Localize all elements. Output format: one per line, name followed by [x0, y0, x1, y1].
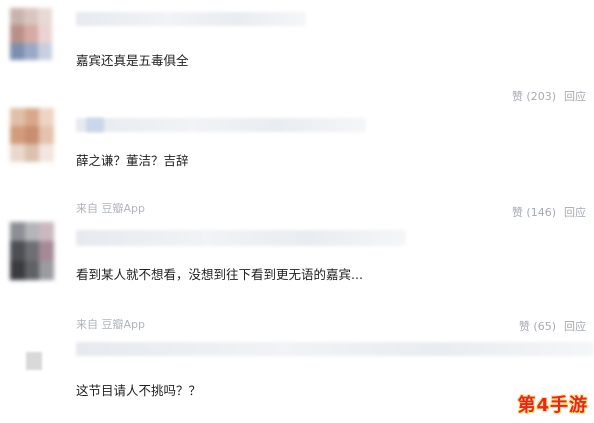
comment-actions: 赞 (146) 回应	[512, 204, 586, 220]
avatar[interactable]	[10, 108, 54, 162]
reply-button[interactable]: 回应	[564, 90, 586, 103]
comment-actions: 赞 (203) 回应	[512, 88, 586, 104]
comment-text: 看到某人就不想看，没想到往下看到更无语的嘉宾...	[76, 267, 363, 282]
comment-actions: 赞 (65) 回应	[519, 318, 586, 334]
comment-text: 嘉宾还真是五毒俱全	[76, 53, 189, 68]
comment-source: 来自 豆瓣App	[76, 318, 145, 331]
username-redacted[interactable]	[76, 12, 306, 26]
reply-button[interactable]: 回应	[564, 206, 586, 219]
comment-source: 来自 豆瓣App	[76, 202, 145, 215]
like-button[interactable]: 赞 (65)	[519, 320, 556, 333]
username-redacted[interactable]	[76, 118, 366, 132]
username-redacted[interactable]	[76, 342, 594, 356]
reply-button[interactable]: 回应	[564, 320, 586, 333]
username-redacted[interactable]	[76, 230, 406, 246]
avatar[interactable]	[10, 222, 54, 280]
comment-feed: 嘉宾还真是五毒俱全 赞 (203) 回应 薛之谦？董洁？吉辞 来自 豆瓣App 赞…	[0, 0, 594, 423]
avatar[interactable]	[10, 8, 52, 60]
comment-text: 这节目请人不挑吗？？	[76, 383, 202, 398]
username-badge-redacted	[86, 118, 104, 132]
like-button[interactable]: 赞 (146)	[512, 206, 556, 219]
avatar[interactable]	[26, 352, 42, 370]
comment-text: 薛之谦？董洁？吉辞	[76, 153, 189, 168]
site-watermark-logo: 第4手游	[517, 395, 588, 416]
like-button[interactable]: 赞 (203)	[512, 90, 556, 103]
